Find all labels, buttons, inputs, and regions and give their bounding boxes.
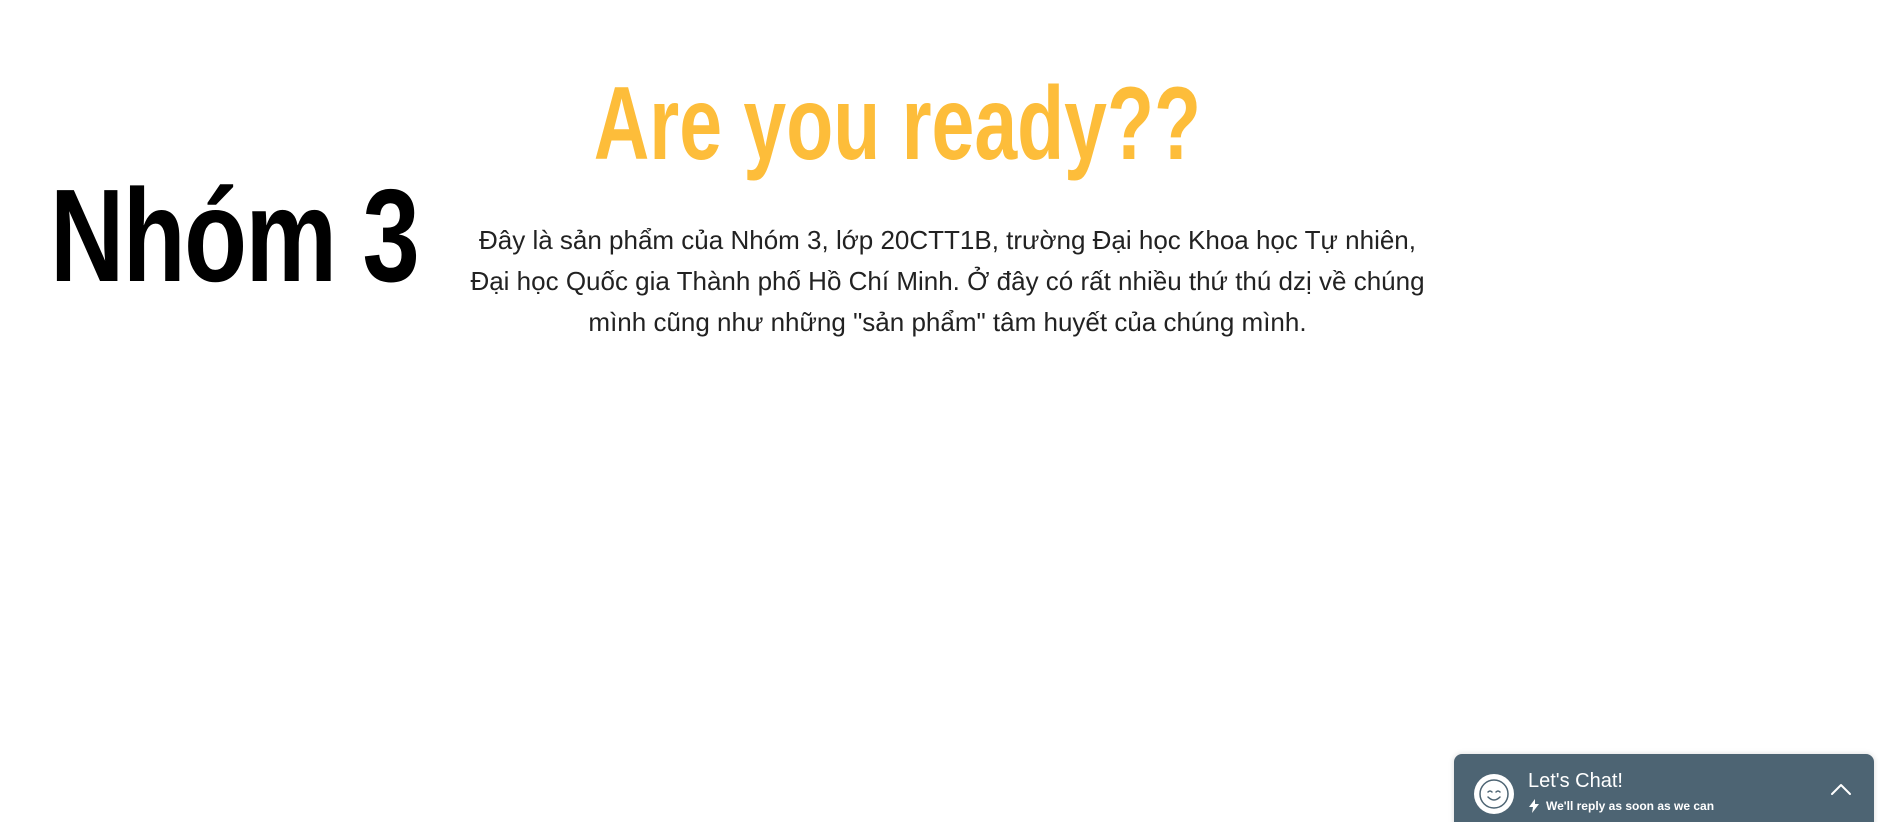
hero-description: Đây là sản phẩm của Nhóm 3, lớp 20CTT1B,…: [470, 225, 1425, 337]
hero-title-text: Are you ready??: [593, 66, 1202, 182]
chevron-up-icon[interactable]: [1830, 782, 1852, 796]
hero-title: Are you ready??: [0, 72, 1897, 176]
brand-title: Nhóm 3: [50, 162, 420, 309]
chat-subtitle: We'll reply as soon as we can: [1528, 799, 1714, 813]
bolt-icon: [1529, 799, 1539, 813]
chat-widget[interactable]: Let's Chat! We'll reply as soon as we ca…: [1454, 754, 1874, 822]
chat-title: Let's Chat!: [1528, 770, 1623, 792]
chat-subtitle-text: We'll reply as soon as we can: [1546, 799, 1715, 813]
smiley-icon: [1474, 774, 1514, 814]
